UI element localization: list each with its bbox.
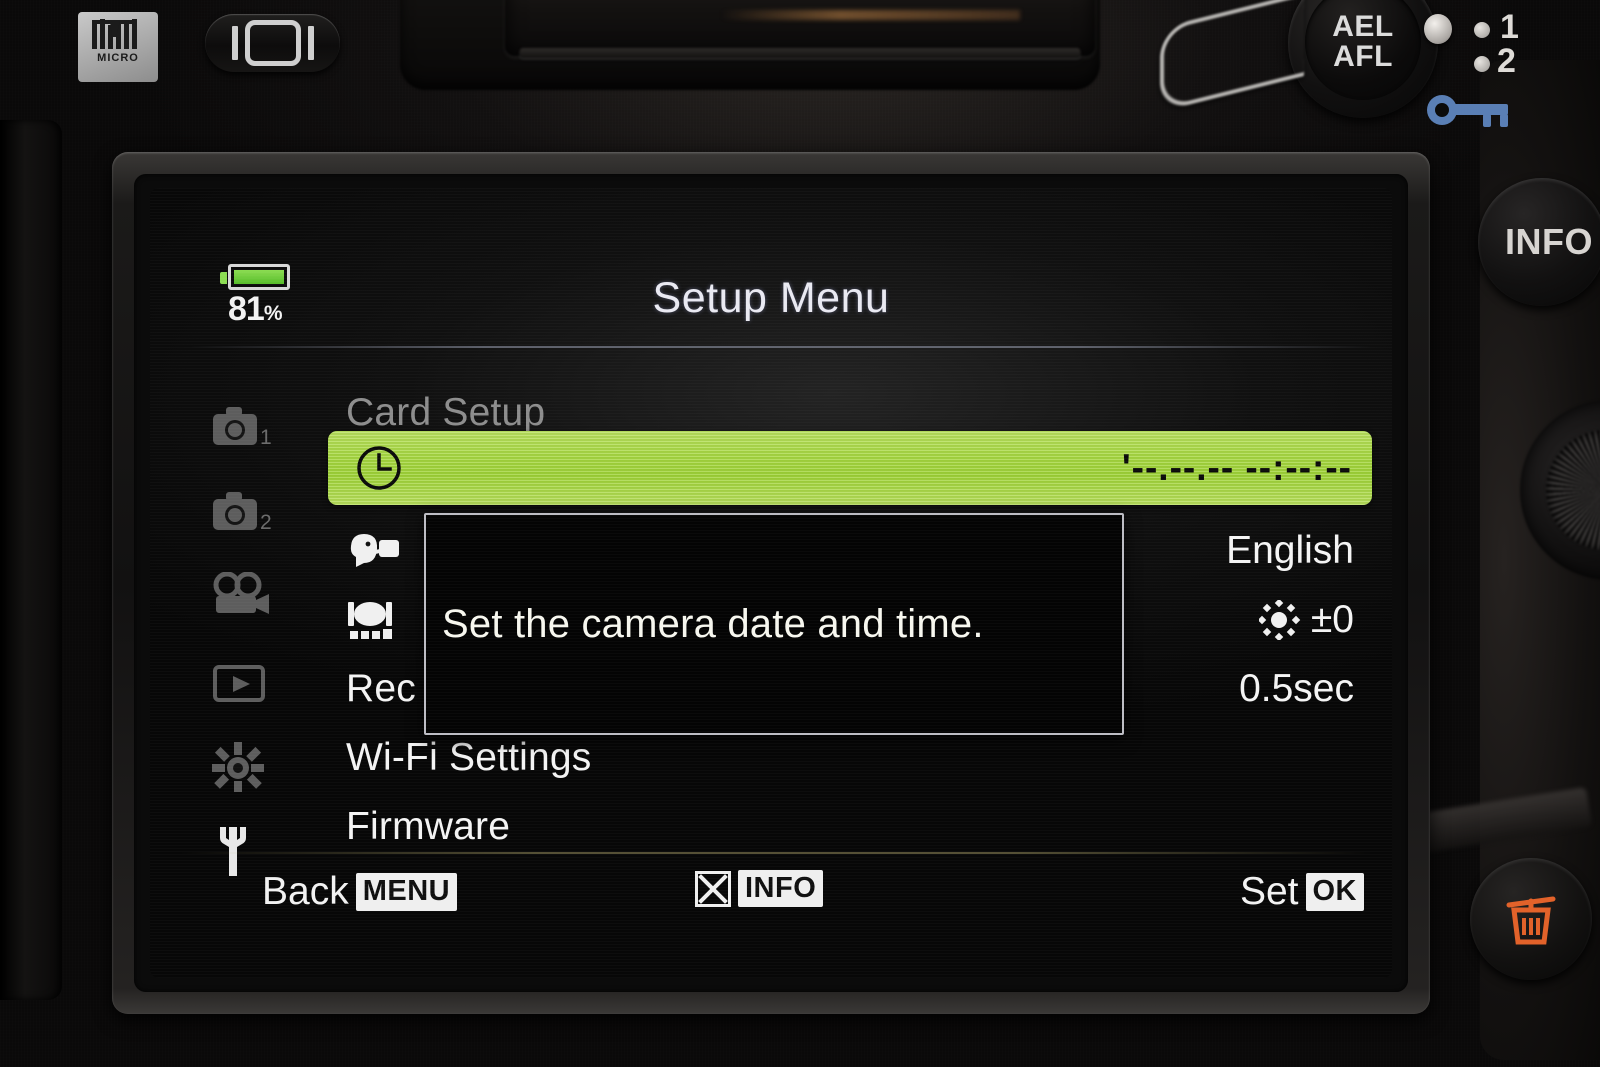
ok-button-badge: OK [1305, 873, 1364, 911]
clock-icon [356, 445, 402, 496]
ael-label: AEL [1332, 10, 1394, 43]
monitor-adjust-value: ±0 [1310, 597, 1354, 641]
menu-button-badge: MENU [355, 873, 458, 911]
dial-dot-2 [1474, 56, 1490, 72]
page-title: Setup Menu [652, 274, 890, 322]
bottom-action-bar: Back MENU INFO Set OK [150, 852, 1392, 930]
menu-tab-strip[interactable]: 1 2 [212, 384, 322, 894]
tooltip-text: Set the camera date and time. [442, 601, 984, 646]
camera-left-side [0, 120, 62, 1000]
close-x-icon [695, 870, 731, 907]
menu-item-value: 0.5sec [1239, 666, 1354, 710]
lever-nub[interactable] [1424, 14, 1452, 44]
menu-item-value: ±0 [1258, 597, 1354, 642]
language-icon [346, 530, 404, 572]
bottom-divider [180, 852, 1372, 854]
menu-item-label: Wi-Fi Settings [346, 735, 592, 779]
set-action[interactable]: Set OK [1240, 870, 1364, 914]
sidebar-item-movie-menu[interactable] [212, 554, 322, 639]
viewfinder-lip [520, 48, 1080, 58]
menu-item-firmware[interactable]: Firmware [346, 792, 1376, 861]
mft-mark-icon [92, 19, 137, 49]
brightness-sun-icon [1258, 599, 1301, 640]
sidebar-item-shooting-menu-2[interactable]: 2 [212, 469, 322, 554]
back-label: Back [262, 870, 349, 913]
gear-icon [212, 741, 264, 792]
delete-button[interactable] [1470, 858, 1592, 980]
set-label: Set [1239, 870, 1299, 913]
menu-item-label: Firmware [346, 804, 511, 848]
back-action[interactable]: Back MENU [262, 870, 458, 914]
live-view-button[interactable] [205, 14, 340, 72]
sidebar-item-playback-menu[interactable] [212, 639, 322, 724]
close-action[interactable]: INFO [695, 870, 824, 908]
svg-text:2: 2 [260, 511, 272, 534]
playback-icon [213, 664, 265, 702]
trash-icon [1506, 896, 1556, 945]
mft-logo-text: MICRO [97, 52, 139, 64]
monitor-icon [231, 20, 314, 66]
menu-item-label: Card Setup [346, 390, 546, 434]
title-divider [188, 346, 1374, 348]
menu-item-date-time-selected[interactable]: '--.--.-- --:--:-- [328, 431, 1372, 505]
afl-label: AFL [1333, 40, 1393, 73]
info-button[interactable]: INFO [1478, 178, 1600, 306]
dial-dot-1 [1474, 22, 1490, 38]
dial-position-2-label: 2 [1497, 42, 1516, 80]
sidebar-item-shooting-menu-1[interactable]: 1 [212, 384, 322, 469]
micro-four-thirds-logo: MICRO [78, 12, 158, 82]
camera-1-icon: 1 [213, 406, 272, 449]
viewfinder-glint [720, 10, 1020, 20]
monitor-brightness-icon [346, 598, 404, 642]
svg-text:1: 1 [260, 426, 272, 449]
movie-camera-icon [213, 571, 269, 614]
lcd-screen[interactable]: 81% Setup Menu 1 2 Card Setup English ±0… [150, 188, 1392, 978]
sidebar-item-custom-menu[interactable] [212, 724, 322, 809]
info-button-badge: INFO [738, 870, 824, 908]
camera-screenshot: MICRO AEL AFL 1 2 INFO 81% Setup Menu 1 … [0, 0, 1600, 1067]
help-tooltip: Set the camera date and time. [424, 513, 1124, 735]
camera-2-icon: 2 [213, 491, 272, 534]
lock-key-icon [1427, 95, 1508, 127]
date-time-value: '--.--.-- --:--:-- [1121, 447, 1352, 488]
menu-item-value: English [1226, 528, 1354, 572]
